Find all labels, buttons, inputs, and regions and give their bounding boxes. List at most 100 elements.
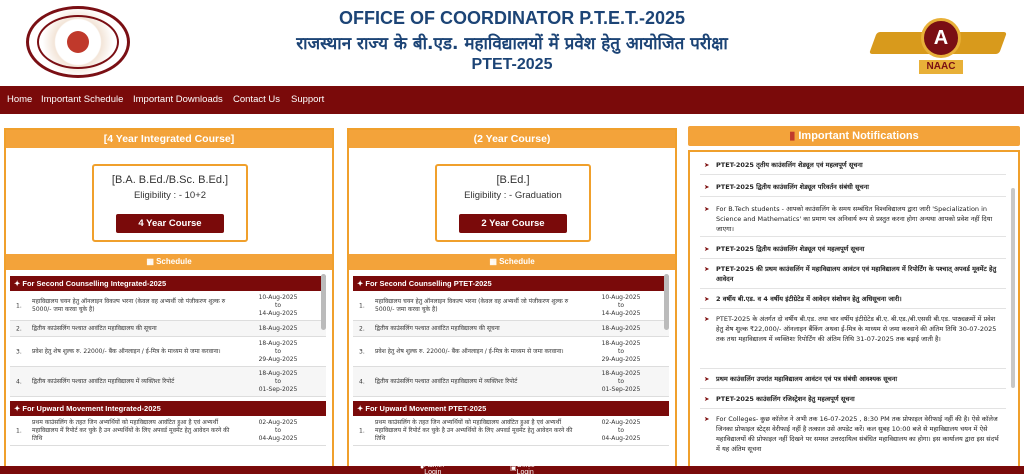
row-number: 1. — [359, 302, 365, 309]
page-exam-name: PTET-2025 — [471, 56, 553, 73]
notification-item[interactable]: ➤ PTET-2025 काउंसलिंग रजिस्ट्रेशन हेतु मह… — [704, 394, 1004, 404]
table-row: 1. प्रथम काउंसलिंग के तहत जिन अभ्यर्थियों… — [353, 416, 669, 446]
page-title: OFFICE OF COORDINATOR P.T.E.T.-2025 — [338, 8, 686, 28]
office-login-link[interactable]: ▣ Office Login — [510, 462, 535, 476]
schedule-header: ▦ Schedule — [6, 254, 332, 270]
row-date: 18-Aug-2025 to 01-Sep-2025 — [601, 369, 641, 393]
divider — [700, 368, 1006, 369]
divider — [700, 236, 1006, 237]
schedule-rows: 1. महाविद्यालय चयन हेतु ऑनलाइन विकल्प भरन… — [353, 291, 669, 397]
row-date: 10-Aug-2025 to 14-Aug-2025 — [258, 293, 298, 317]
schedule-section-title: For Second Counselling Integrated-2025 — [22, 279, 167, 288]
schedule-header: ▦ Schedule — [349, 254, 675, 270]
notifications-scrollbar[interactable] — [1011, 188, 1015, 388]
divider — [700, 288, 1006, 289]
notification-item[interactable]: ➤ For B.Tech students - आपको काउंसलिंग के… — [704, 204, 1004, 234]
divider — [700, 196, 1006, 197]
course-name: [B.A. B.Ed./B.Sc. B.Ed.] — [111, 174, 229, 186]
course-info-box: [B.Ed.] Eligibility : - Graduation 2 Yea… — [435, 164, 591, 242]
course-eligibility: Eligibility : - Graduation — [464, 190, 562, 201]
schedule-section-header: ✦ For Upward Movement PTET-2025 — [353, 401, 669, 416]
divider — [700, 308, 1006, 309]
table-row: 2. द्वितीय काउंसलिंग पश्चात आवंटित महाविद… — [353, 321, 669, 337]
schedule-section-header: ✦ For Second Counselling Integrated-2025 — [10, 276, 326, 291]
table-row: 1. प्रथम काउंसलिंग के तहत जिन अभ्यर्थियों… — [10, 416, 326, 446]
row-number: 1. — [16, 302, 22, 309]
course-card-body: [B.A. B.Ed./B.Sc. B.Ed.] Eligibility : -… — [6, 148, 332, 252]
course-card-4-year: [4 Year Integrated Course] [B.A. B.Ed./B… — [4, 128, 334, 474]
arrow-right-icon: ➤ — [704, 265, 710, 273]
notification-item[interactable]: ➤ PTET-2025 द्वितीय काउंसलिंग शेड्यूल परि… — [704, 182, 1004, 192]
notification-item[interactable]: ➤ For Colleges- कुछ कॉलेज ने अभी तक 16-07… — [704, 414, 1004, 454]
nav-support[interactable]: Support — [291, 86, 324, 114]
divider — [700, 388, 1006, 389]
row-date: 10-Aug-2025 to 14-Aug-2025 — [601, 293, 641, 317]
nav-important-downloads[interactable]: Important Downloads — [133, 86, 223, 114]
course-name: [B.Ed.] — [496, 174, 530, 186]
row-text: प्रथम काउंसलिंग के तहत जिन अभ्यर्थियों क… — [32, 418, 230, 442]
schedule-section-title: For Upward Movement Integrated-2025 — [22, 404, 161, 413]
schedule-section-header: ✦ For Second Counselling PTET-2025 — [353, 276, 669, 291]
schedule-rows: 1. महाविद्यालय चयन हेतु ऑनलाइन विकल्प भरन… — [10, 291, 326, 397]
arrow-right-icon: ➤ — [704, 295, 710, 303]
schedule-section-title: For Upward Movement PTET-2025 — [365, 404, 487, 413]
divider — [700, 258, 1006, 259]
row-number: 4. — [359, 378, 365, 385]
course-eligibility: Eligibility : - 10+2 — [133, 190, 207, 201]
row-text: द्वितीय काउंसलिंग पश्चात आवंटित महाविद्य… — [375, 324, 500, 332]
announcement-icon: ▮ — [789, 130, 799, 142]
row-text: प्रवेश हेतु शेष शुल्क रु. 22000/- बैंक ऑ… — [375, 347, 564, 355]
notification-item[interactable]: ➤ PTET-2025 द्वितीय काउंसलिंग शेड्यूल एवं… — [704, 244, 1004, 254]
schedule-table: ✦ For Second Counselling Integrated-2025… — [10, 276, 326, 446]
row-text: महाविद्यालय चयन हेतु ऑनलाइन विकल्प भरना … — [375, 297, 569, 313]
notification-item[interactable]: ➤ PTET-2025 तृतीय काउंसलिंग शेड्यूल एवं म… — [704, 160, 1004, 170]
row-number: 2. — [359, 325, 365, 332]
footer-bar: ● Admin Login ▣ Office Login — [0, 462, 1024, 476]
table-row: 2. द्वितीय काउंसलिंग पश्चात आवंटित महाविद… — [10, 321, 326, 337]
arrow-right-icon: ➤ — [704, 205, 710, 213]
row-date: 18-Aug-2025 — [258, 324, 298, 332]
row-number: 1. — [359, 427, 365, 434]
table-row: 1. महाविद्यालय चयन हेतु ऑनलाइन विकल्प भरन… — [10, 291, 326, 321]
naac-accreditation-logo: A NAAC — [868, 14, 1008, 76]
row-text: द्वितीय काउंसलिंग पश्चात आवंटित महाविद्य… — [32, 324, 157, 332]
nav-important-schedule[interactable]: Important Schedule — [41, 86, 123, 114]
arrow-right-icon: ➤ — [704, 375, 710, 383]
schedule-section-title: For Second Counselling PTET-2025 — [365, 279, 492, 288]
table-row: 3. प्रवेश हेतु शेष शुल्क रु. 22000/- बैंक… — [353, 337, 669, 367]
arrow-right-icon: ➤ — [704, 315, 710, 323]
table-row: 4. द्वितीय काउंसलिंग पश्चात आवंटित महाविद… — [353, 367, 669, 397]
notification-item[interactable]: ➤ प्रथम काउंसलिंग उपरांत महाविद्यालय आवंट… — [704, 374, 1004, 384]
schedule-label: Schedule — [156, 257, 192, 266]
admin-login-link[interactable]: ● Admin Login — [420, 462, 444, 476]
schedule-scroll-area[interactable]: ✦ For Second Counselling PTET-2025 1. महा… — [349, 270, 675, 472]
2-year-course-button[interactable]: 2 Year Course — [459, 214, 567, 233]
important-notifications-panel: ▮ Important Notifications ➤ PTET-2025 तृत… — [688, 126, 1020, 474]
course-info-box: [B.A. B.Ed./B.Sc. B.Ed.] Eligibility : -… — [92, 164, 248, 242]
row-text: द्वितीय काउंसलिंग पश्चात आवंटित महाविद्य… — [32, 377, 175, 385]
nav-home[interactable]: Home — [7, 86, 32, 114]
schedule-scrollbar[interactable] — [664, 274, 669, 330]
row-number: 3. — [16, 348, 22, 355]
course-card-header: [4 Year Integrated Course] — [6, 130, 332, 148]
row-number: 3. — [359, 348, 365, 355]
row-date: 18-Aug-2025 to 29-Aug-2025 — [601, 339, 641, 363]
course-card-header: (2 Year Course) — [349, 130, 675, 148]
row-date: 18-Aug-2025 — [601, 324, 641, 332]
notification-item[interactable]: ➤ 2 वर्षीय बी.एड. व 4 वर्षीय इंटीग्रेटेड … — [704, 294, 1004, 304]
notification-item[interactable]: ➤ PTET-2025 की प्रथम काउंसलिंग में महाविद… — [704, 264, 1004, 284]
schedule-scrollbar[interactable] — [321, 274, 326, 330]
table-row: 1. महाविद्यालय चयन हेतु ऑनलाइन विकल्प भरन… — [353, 291, 669, 321]
divider — [700, 408, 1006, 409]
schedule-scroll-area[interactable]: ✦ For Second Counselling Integrated-2025… — [6, 270, 332, 472]
arrow-right-icon: ➤ — [704, 245, 710, 253]
course-card-body: [B.Ed.] Eligibility : - Graduation 2 Yea… — [349, 148, 675, 252]
row-number: 2. — [16, 325, 22, 332]
table-row: 3. प्रवेश हेतु शेष शुल्क रु. 22000/- बैंक… — [10, 337, 326, 367]
row-number: 1. — [16, 427, 22, 434]
notifications-list[interactable]: ➤ PTET-2025 तृतीय काउंसलिंग शेड्यूल एवं म… — [688, 150, 1020, 474]
nav-contact-us[interactable]: Contact Us — [233, 86, 280, 114]
4-year-course-button[interactable]: 4 Year Course — [116, 214, 224, 233]
notification-item[interactable]: ➤ PTET-2025 के अंतर्गत दो वर्षीय बी.एड. त… — [704, 314, 1004, 344]
notifications-title: Important Notifications — [798, 130, 919, 142]
